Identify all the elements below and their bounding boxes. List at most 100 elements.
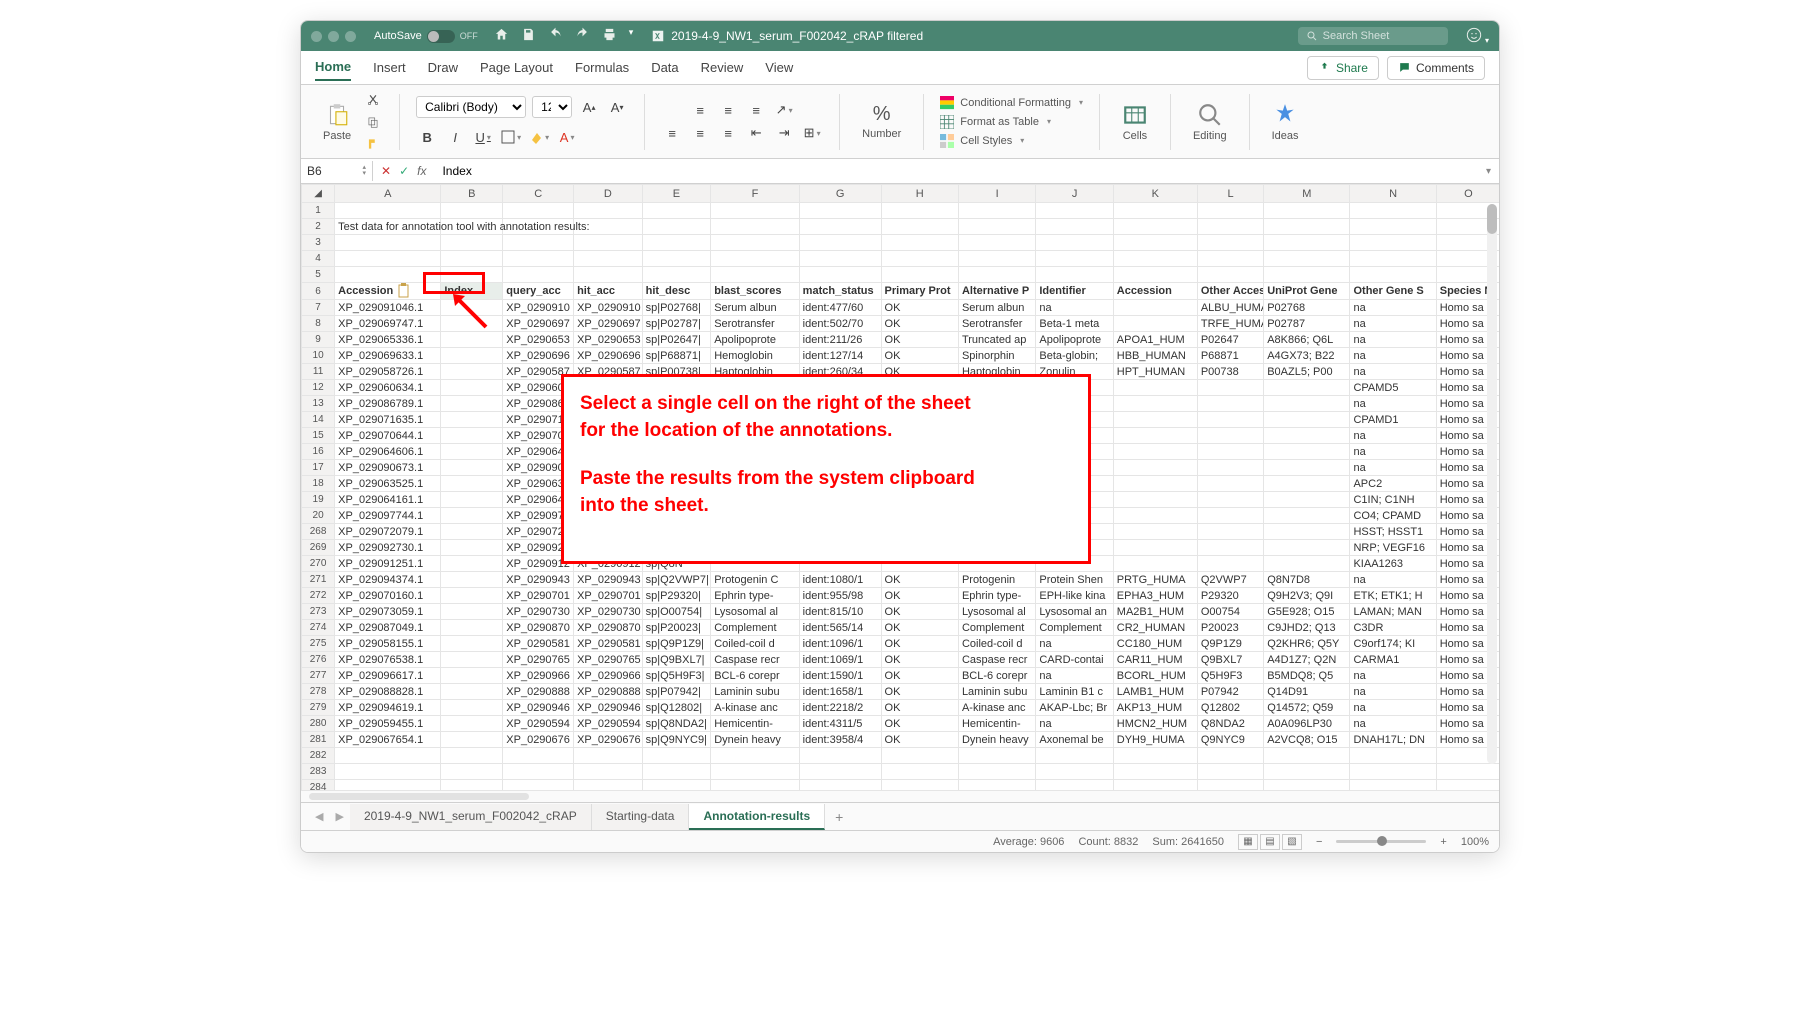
cell[interactable]: XP_029096617.1 [335,668,441,684]
cell[interactable]: Complement [958,620,1035,636]
cell[interactable]: hit_acc [574,283,643,300]
format-painter-icon[interactable] [363,135,383,153]
cell[interactable]: na [1036,716,1113,732]
cell[interactable]: XP_029091046.1 [335,300,441,316]
cell[interactable]: XP_0290977 [574,508,643,524]
cell[interactable]: Spinorphin [958,348,1035,364]
select-all-corner[interactable]: ◢ [302,185,335,203]
row-header[interactable]: 9 [302,332,335,348]
cell[interactable]: OK [881,604,958,620]
cell[interactable]: P02647 [1197,332,1263,348]
cell[interactable] [1036,444,1113,460]
cell[interactable] [1197,492,1263,508]
cell[interactable]: XP_0290706 [503,428,574,444]
toggle-switch[interactable] [427,30,455,43]
cell[interactable]: XP_0290870 [503,620,574,636]
cell[interactable]: Accession [335,283,441,300]
cell[interactable] [1036,267,1113,283]
cell[interactable]: B5MDQ8; Q5 [1264,668,1350,684]
cell[interactable]: Primary Prot [881,283,958,300]
cell[interactable]: ident:1069/1 [799,652,881,668]
cell[interactable]: na [1036,636,1113,652]
cell[interactable] [335,203,441,219]
cell[interactable]: Axonemal be [1036,732,1113,748]
cell[interactable] [958,412,1035,428]
column-header[interactable]: I [958,185,1035,203]
row-header[interactable]: 10 [302,348,335,364]
cell[interactable] [958,556,1035,572]
cell[interactable]: XP_0290943 [503,572,574,588]
indent-decrease-icon[interactable]: ⇤ [745,123,767,143]
row-header[interactable]: 5 [302,267,335,283]
cell[interactable] [881,219,958,235]
cell[interactable]: ident:1658/1 [799,684,881,700]
cell[interactable]: XP_0290594 [574,716,643,732]
cell[interactable]: sp|P02787| [642,316,711,332]
cell[interactable]: Lysosomal al [711,604,799,620]
cell[interactable]: XP_0290697 [574,316,643,332]
cell[interactable]: OK [881,348,958,364]
column-header[interactable]: H [881,185,958,203]
cell[interactable] [441,412,503,428]
cell[interactable] [1197,251,1263,267]
cell[interactable]: Test data for annotation tool with annot… [335,219,441,235]
cell[interactable] [574,251,643,267]
cell[interactable] [1113,556,1197,572]
cell[interactable] [1036,748,1113,764]
cell[interactable]: Accession [1113,283,1197,300]
cell[interactable] [642,219,711,235]
tab-review[interactable]: Review [701,55,744,80]
cell[interactable]: Identifier [1036,283,1113,300]
feedback-icon[interactable]: ▾ [1466,27,1489,46]
cell[interactable] [1264,235,1350,251]
cell[interactable]: XP_029064606.1 [335,444,441,460]
cell[interactable] [1036,396,1113,412]
cell[interactable] [1350,764,1436,780]
cell[interactable] [1036,524,1113,540]
cell[interactable]: XP_0290581 [574,636,643,652]
cell[interactable] [503,235,574,251]
column-header[interactable]: E [642,185,711,203]
cell[interactable]: sp|P07942| [642,684,711,700]
cell[interactable]: sp|P68871| [642,348,711,364]
cell[interactable] [441,652,503,668]
cell[interactable]: XP_0290720 [503,524,574,540]
cell[interactable] [881,235,958,251]
cell[interactable] [799,780,881,791]
row-header[interactable]: 18 [302,476,335,492]
cell[interactable] [881,251,958,267]
cell[interactable] [441,572,503,588]
cell[interactable]: XP_0290912 [503,556,574,572]
cell[interactable] [958,380,1035,396]
cell[interactable]: XP_0290765 [503,652,574,668]
format-as-table-button[interactable]: Format as Table▾ [940,114,1051,130]
cell[interactable]: CARD-contai [1036,652,1113,668]
cell[interactable]: na [1350,572,1436,588]
cell[interactable]: Q12802 [1197,700,1263,716]
row-header[interactable]: 284 [302,780,335,791]
cancel-formula-icon[interactable]: ✕ [381,164,391,178]
row-header[interactable]: 12 [302,380,335,396]
row-header[interactable]: 277 [302,668,335,684]
align-middle-icon[interactable]: ≡ [717,100,739,120]
row-header[interactable]: 17 [302,460,335,476]
cell[interactable]: B0AZL5; P00 [1264,364,1350,380]
tab-view[interactable]: View [765,55,793,80]
cell[interactable] [1436,764,1499,780]
cell[interactable]: XP_0290716 [574,412,643,428]
cell[interactable] [711,380,799,396]
cell[interactable] [1350,780,1436,791]
row-header[interactable]: 20 [302,508,335,524]
fx-icon[interactable]: fx [417,164,426,178]
cell[interactable]: XP_0290594 [503,716,574,732]
cell[interactable] [503,203,574,219]
cell[interactable]: Zonulin [1036,364,1113,380]
cell[interactable]: na [1350,396,1436,412]
cell[interactable]: Hemicentin- [958,716,1035,732]
cell[interactable] [1264,203,1350,219]
cell[interactable]: na [1350,332,1436,348]
row-header[interactable]: 270 [302,556,335,572]
cell[interactable] [711,235,799,251]
cell[interactable]: Coiled-coil d [958,636,1035,652]
cell[interactable]: XP_0290870 [574,620,643,636]
